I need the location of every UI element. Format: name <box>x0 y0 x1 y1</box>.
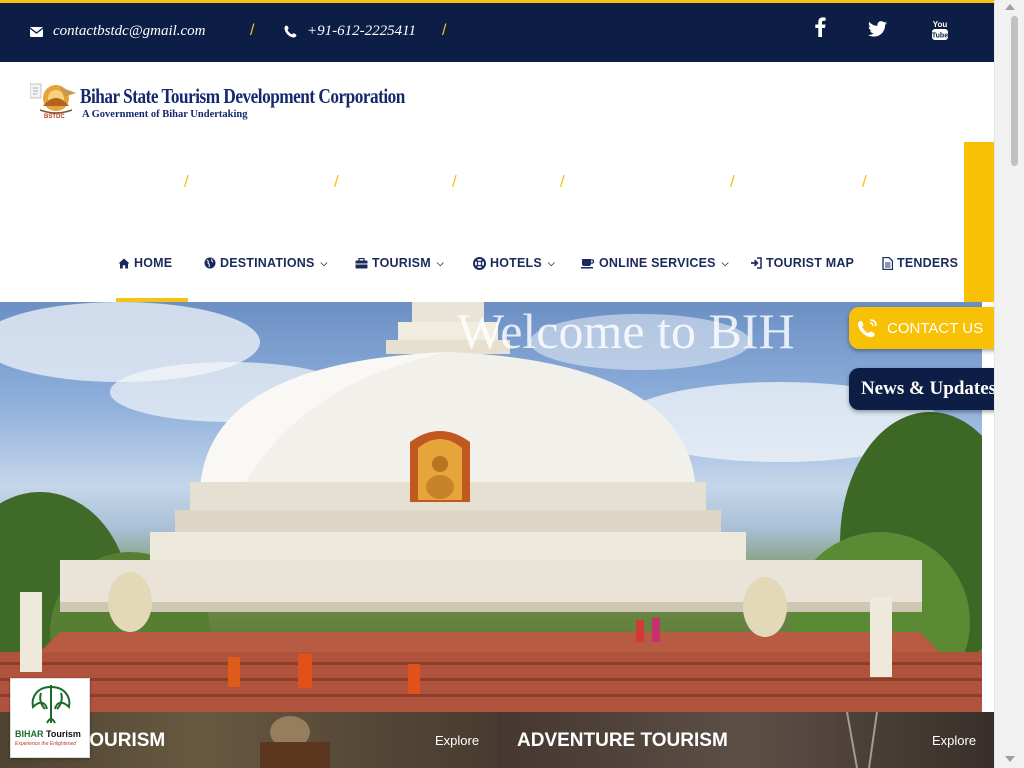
nav-label: DESTINATIONS <box>220 256 315 270</box>
nav-item-online-services[interactable]: ONLINE SERVICES ⌵ <box>581 256 729 270</box>
twitter-link[interactable] <box>868 21 887 42</box>
phone-link[interactable]: +91-612-2225411 <box>284 23 416 40</box>
phone-ring-icon <box>858 319 877 338</box>
scroll-up-arrow-icon[interactable] <box>1005 4 1015 10</box>
site-logo[interactable]: BSTDC Bihar State Tourism Development Co… <box>30 82 405 124</box>
envelope-icon <box>30 26 43 37</box>
lifebuoy-icon <box>473 256 486 270</box>
nav-label: TENDERS <box>897 256 959 270</box>
phone-icon <box>284 25 297 38</box>
youtube-icon: You Tube <box>932 20 948 40</box>
youtube-link[interactable]: You Tube <box>931 19 949 46</box>
contact-us-label: CONTACT US <box>887 319 984 337</box>
accent-bar <box>964 142 994 302</box>
nav-item-tenders[interactable]: TENDERS <box>882 256 958 270</box>
page-scrollbar[interactable] <box>994 0 1024 768</box>
bodhi-tree-logo <box>31 685 71 724</box>
separator: / <box>184 172 189 191</box>
facebook-icon <box>815 17 826 37</box>
brand-tagline: A Government of Bihar Undertaking <box>82 109 248 120</box>
tourism-card-title: TOURISM <box>78 730 166 751</box>
scroll-down-arrow-icon[interactable] <box>1005 756 1015 762</box>
logo-abbreviation: BSTDC <box>44 114 65 120</box>
badge-wordmark: BIHAR Tourism <box>15 729 81 739</box>
nav-label: TOURISM <box>372 256 431 270</box>
email-text: contactbstdc@gmail.com <box>53 23 206 39</box>
nav-label: HOME <box>134 256 173 270</box>
contact-us-button[interactable]: CONTACT US <box>849 307 994 349</box>
explore-link[interactable]: Explore <box>435 733 479 748</box>
bihar-tourism-badge[interactable]: BIHAR Tourism Experience the Enlightened <box>10 678 90 758</box>
brand-name: Bihar State Tourism Development Corporat… <box>80 84 405 108</box>
globe-icon <box>204 257 216 269</box>
separator: / <box>862 172 867 191</box>
separator: / <box>250 22 255 39</box>
svg-text:Tube: Tube <box>932 33 948 40</box>
chevron-down-icon: ⌵ <box>320 257 328 268</box>
coffee-icon <box>581 258 595 268</box>
phone-text: +91-612-2225411 <box>307 23 416 39</box>
news-updates-button[interactable]: News & Updates <box>849 368 994 410</box>
explore-link[interactable]: Explore <box>932 733 976 748</box>
separator: / <box>334 172 339 191</box>
stupa-photo <box>0 302 982 712</box>
hero-banner: Welcome to BIH <box>0 302 982 712</box>
nav-item-home[interactable]: HOME <box>118 256 172 270</box>
scrollbar-thumb[interactable] <box>1011 16 1018 166</box>
sign-in-icon <box>751 257 762 269</box>
badge-word-bihar: BIHAR <box>15 729 44 739</box>
chevron-down-icon: ⌵ <box>547 257 555 268</box>
separator: / <box>560 172 565 191</box>
chevron-down-icon: ⌵ <box>436 257 444 268</box>
chevron-down-icon: ⌵ <box>721 257 729 268</box>
nav-label: ONLINE SERVICES <box>599 256 716 270</box>
badge-tagline: Experience the Enlightened <box>15 741 77 747</box>
facebook-link[interactable] <box>814 17 826 42</box>
nav-item-tourist-map[interactable]: TOURIST MAP <box>750 256 854 270</box>
briefcase-icon <box>355 257 368 268</box>
nav-item-hotels[interactable]: HOTELS ⌵ <box>473 256 555 270</box>
page: contactbstdc@gmail.com / +91-612-2225411… <box>0 0 994 768</box>
separator: / <box>452 172 457 191</box>
twitter-icon <box>868 21 887 37</box>
nav-label: TOURIST MAP <box>766 256 855 270</box>
nav-item-tourism[interactable]: TOURISM ⌵ <box>355 256 444 270</box>
file-icon <box>882 256 893 270</box>
top-contact-bar: contactbstdc@gmail.com / +91-612-2225411… <box>0 0 994 62</box>
adventure-tourism-card[interactable]: ADVENTURE TOURISM Explore <box>497 712 994 768</box>
email-link[interactable]: contactbstdc@gmail.com <box>30 23 206 40</box>
separator: / <box>730 172 735 191</box>
badge-word-tourism: Tourism <box>46 729 81 739</box>
adventure-card-title: ADVENTURE TOURISM <box>517 730 728 751</box>
hero-title: Welcome to BIH <box>457 303 795 359</box>
svg-text:You: You <box>933 20 948 29</box>
news-updates-label: News & Updates <box>860 378 994 399</box>
home-icon <box>118 258 130 268</box>
nav-label: HOTELS <box>490 256 542 270</box>
separator: / <box>442 22 447 39</box>
nav-item-destinations[interactable]: DESTINATIONS ⌵ <box>204 256 328 270</box>
